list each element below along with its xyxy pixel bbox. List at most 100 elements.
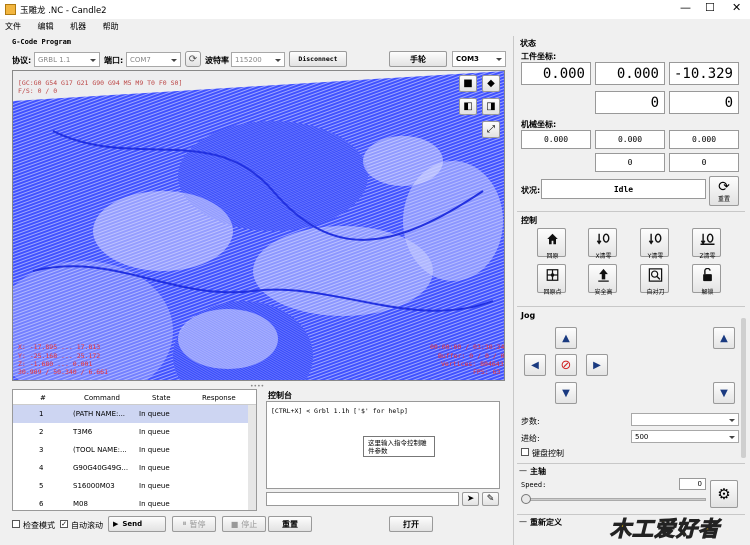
elapsed-time: 00:00:00 / 03:30:34 <box>430 343 505 351</box>
send-command-button[interactable]: ➤ <box>462 492 479 506</box>
clear-console-button[interactable]: ✎ <box>482 492 499 506</box>
step-select[interactable] <box>631 413 739 426</box>
safe-height-button[interactable]: 安全高 <box>588 264 617 296</box>
right-panel-scrollbar[interactable] <box>741 318 746 458</box>
gcode-program-title: G-Code Program <box>12 38 72 46</box>
zero-x-button[interactable]: X清零 <box>588 228 617 260</box>
reset-machine-button[interactable]: ⟳ 重置 <box>709 176 739 206</box>
jog-y-plus-button[interactable]: ▲ <box>555 327 577 349</box>
zero-y-button[interactable]: Y清零 <box>640 228 669 260</box>
work-b-display: 0 <box>669 91 739 114</box>
view-iso-button[interactable]: ■ <box>459 75 477 92</box>
return-origin-button[interactable]: 回原点 <box>537 264 566 296</box>
toolpath-render <box>13 71 504 380</box>
console-tooltip: 这里输入指令控制雕 件参数 <box>363 436 435 457</box>
menu-edit[interactable]: 编辑 <box>38 22 54 31</box>
jog-stop-button[interactable]: ⊘ <box>555 354 577 376</box>
com-select[interactable]: COM3 <box>452 51 506 67</box>
feed-select[interactable]: 500 <box>631 430 739 443</box>
mach-a-display: 0 <box>595 153 665 172</box>
protocol-label: 协议: <box>12 56 32 65</box>
window-title: 玉雕龙 .NC - Candle2 <box>20 6 107 16</box>
open-button[interactable]: 打开 <box>389 516 433 532</box>
jog-y-minus-button[interactable]: ▼ <box>555 382 577 404</box>
home-button[interactable]: 回原 <box>537 228 566 260</box>
table-row[interactable]: 1 (PATH NAME:... In queue <box>13 405 256 423</box>
baud-label: 波特率 <box>205 56 229 65</box>
feed-label: 进给: <box>521 434 540 443</box>
handwheel-button[interactable]: 手轮 <box>389 51 447 67</box>
jog-z-plus-button[interactable]: ▲ <box>713 327 735 349</box>
arrow-up-icon <box>598 268 609 282</box>
maximize-icon[interactable]: ☐ <box>705 1 715 14</box>
bounds-y: Y: -25.168 ... 25.172 <box>18 352 101 360</box>
mach-z-display: 0.000 <box>669 130 739 149</box>
table-row[interactable]: 6 M08 In queue <box>13 495 256 513</box>
zero-y-icon <box>648 233 662 245</box>
table-row[interactable]: 3 (TOOL NAME:... In queue <box>13 441 256 459</box>
jog-z-minus-button[interactable]: ▼ <box>713 382 735 404</box>
pause-icon: ⏸ <box>182 519 187 528</box>
title-bar: 玉雕龙 .NC - Candle2 — ☐ ✕ <box>0 0 750 19</box>
col-response: Response <box>202 394 236 402</box>
spindle-title: 主轴 <box>530 467 546 476</box>
chevron-left-icon: ◀ <box>531 359 539 371</box>
auto-scroll-label: 自动滚动 <box>71 521 103 530</box>
auto-scroll-checkbox[interactable]: ✓ <box>60 520 68 528</box>
spindle-collapse-icon[interactable]: — <box>519 466 527 475</box>
check-mode-checkbox[interactable] <box>12 520 20 528</box>
speed-slider-handle[interactable] <box>521 494 531 504</box>
cube-left-icon: ◨ <box>486 101 496 112</box>
close-icon[interactable]: ✕ <box>732 1 741 14</box>
menu-machine[interactable]: 机器 <box>70 22 86 31</box>
reset-button[interactable]: 重置 <box>268 516 312 532</box>
auto-probe-button[interactable]: 自对刀 <box>640 264 669 296</box>
protocol-select[interactable]: GRBL 1.1 <box>34 52 100 67</box>
table-row[interactable]: 4 G90G40G49G... In queue <box>13 459 256 477</box>
pause-button[interactable]: ⏸ 暂停 <box>172 516 216 532</box>
stop-icon: ■ <box>230 519 239 529</box>
chevron-down-icon: ▼ <box>562 387 570 399</box>
jog-x-plus-button[interactable]: ▶ <box>586 354 608 376</box>
command-input[interactable] <box>266 492 459 506</box>
table-scrollbar[interactable] <box>248 405 256 510</box>
z-down-icon: ▼ <box>720 387 728 399</box>
bounds-x: X: -17.895 ... 17.813 <box>18 343 101 351</box>
menu-file[interactable]: 文件 <box>5 22 21 31</box>
keyboard-control-checkbox[interactable] <box>521 448 529 456</box>
refresh-ports-button[interactable]: ⟳ <box>185 51 201 67</box>
cube-iso-icon: ■ <box>463 78 473 89</box>
reset-icon: ⟳ <box>718 178 730 195</box>
jog-divider <box>517 306 745 307</box>
home-icon <box>547 233 558 245</box>
baud-select[interactable]: 115200 <box>231 52 285 67</box>
minimize-icon[interactable]: — <box>680 1 691 14</box>
feed-spindle: F/S: 0 / 0 <box>18 87 58 95</box>
zero-x-icon <box>596 233 610 245</box>
expand-icon: ⤢ <box>487 124 495 135</box>
refresh-icon: ⟳ <box>188 53 198 65</box>
menu-bar: 文件 编辑 机器 帮助 <box>5 21 133 32</box>
work-coords-label: 工件坐标: <box>521 52 557 61</box>
user-commands-collapse-icon[interactable]: — <box>519 517 527 526</box>
visualizer[interactable]: [GC:G0 G54 G17 G21 G90 G94 M5 M9 T0 F0 S… <box>12 70 505 381</box>
speed-slider-track[interactable] <box>524 498 706 501</box>
disconnect-button[interactable]: Disconnect <box>289 51 347 67</box>
zero-z-button[interactable]: Z清零 <box>692 228 721 260</box>
keyboard-control-label: 键盘控制 <box>532 449 564 458</box>
fit-view-button[interactable]: ⤢ <box>482 121 500 138</box>
port-select[interactable]: COM7 <box>126 52 181 67</box>
stop-button[interactable]: ■ 停止 <box>222 516 266 532</box>
view-left-button[interactable]: ◨ <box>482 98 500 115</box>
spindle-toggle-button[interactable]: ⚙ <box>710 480 738 508</box>
table-row[interactable]: 5 S16000M03 In queue <box>13 477 256 495</box>
send-button[interactable]: ▶ Send <box>108 516 166 532</box>
unlock-button[interactable]: 解锁 <box>692 264 721 296</box>
view-front-button[interactable]: ◧ <box>459 98 477 115</box>
table-row[interactable]: 2 T3M6 In queue <box>13 423 256 441</box>
view-top-button[interactable]: ◆ <box>482 75 500 92</box>
speed-value-box[interactable]: 0 <box>679 478 706 490</box>
menu-help[interactable]: 帮助 <box>103 22 119 31</box>
eraser-icon: ✎ <box>486 494 495 504</box>
jog-x-minus-button[interactable]: ◀ <box>524 354 546 376</box>
